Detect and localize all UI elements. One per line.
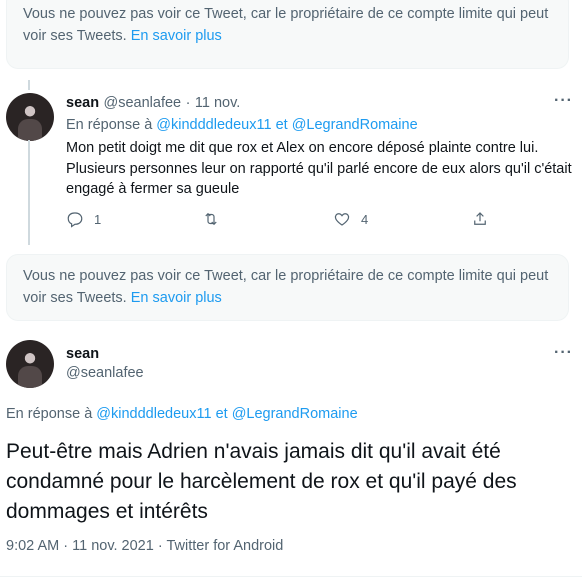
display-name[interactable]: sean xyxy=(66,346,144,362)
divider xyxy=(0,576,582,577)
conjunction: et xyxy=(275,117,288,133)
retweet-button[interactable] xyxy=(202,210,220,228)
reply-prefix: En réponse à xyxy=(6,406,93,422)
user-handle[interactable]: @seanlafee xyxy=(66,365,144,381)
thread-connector-line xyxy=(28,80,30,90)
reply-context: En réponse à @kindddledeux11 et @Legrand… xyxy=(6,406,358,422)
tweet-metadata: 9:02 AM · 11 nov. 2021 · Twitter for And… xyxy=(6,538,283,554)
heart-icon xyxy=(334,213,350,226)
tweet-date[interactable]: 11 nov. 2021 xyxy=(72,538,154,554)
separator-dot: · xyxy=(63,538,69,554)
tweet-time[interactable]: 9:02 AM xyxy=(6,538,59,554)
restricted-tweet-notice: Vous ne pouvez pas voir ce Tweet, car le… xyxy=(6,254,569,321)
reply-context: En réponse à @kindddledeux11 et @Legrand… xyxy=(66,117,418,133)
main-tweet-header: sean @seanlafee xyxy=(66,346,144,381)
learn-more-link[interactable]: En savoir plus xyxy=(131,290,222,306)
more-options-icon[interactable]: ··· xyxy=(554,344,573,362)
share-icon xyxy=(474,212,486,225)
avatar[interactable] xyxy=(6,93,54,141)
display-name[interactable]: sean xyxy=(66,95,99,111)
restricted-tweet-notice: Vous ne pouvez pas voir ce Tweet, car le… xyxy=(6,0,569,69)
avatar[interactable] xyxy=(6,340,54,388)
tweet-text: Mon petit doigt me dit que rox et Alex o… xyxy=(66,140,572,197)
user-handle[interactable]: @seanlafee xyxy=(104,95,182,111)
learn-more-link[interactable]: En savoir plus xyxy=(131,28,222,44)
retweet-icon xyxy=(205,212,217,226)
like-button[interactable]: 4 xyxy=(333,210,368,228)
main-tweet-text: Peut-être mais Adrien n'avais jamais dit… xyxy=(6,440,517,523)
tweet-header: sean @seanlafee · 11 nov. xyxy=(66,94,240,112)
share-button[interactable] xyxy=(471,210,489,228)
reply-icon xyxy=(67,212,83,228)
separator-dot: · xyxy=(185,95,191,111)
mention-link[interactable]: @kindddledeux11 xyxy=(96,406,211,422)
mention-link[interactable]: @LegrandRomaine xyxy=(292,117,418,133)
like-count: 4 xyxy=(361,211,369,227)
mention-link[interactable]: @kindddledeux11 xyxy=(156,117,271,133)
mention-link[interactable]: @LegrandRomaine xyxy=(232,406,358,422)
thread-connector-line xyxy=(28,140,30,245)
reply-prefix: En réponse à xyxy=(66,117,153,133)
notice-text: Vous ne pouvez pas voir ce Tweet, car le… xyxy=(23,268,549,306)
separator-dot: · xyxy=(157,538,163,554)
more-options-icon[interactable]: ··· xyxy=(554,92,573,110)
tweet-date[interactable]: 11 nov. xyxy=(195,95,240,111)
reply-button[interactable]: 1 xyxy=(66,210,101,228)
notice-text: Vous ne pouvez pas voir ce Tweet, car le… xyxy=(23,6,549,44)
conjunction: et xyxy=(215,406,228,422)
tweet-source[interactable]: Twitter for Android xyxy=(166,538,283,554)
reply-count: 1 xyxy=(94,211,102,227)
